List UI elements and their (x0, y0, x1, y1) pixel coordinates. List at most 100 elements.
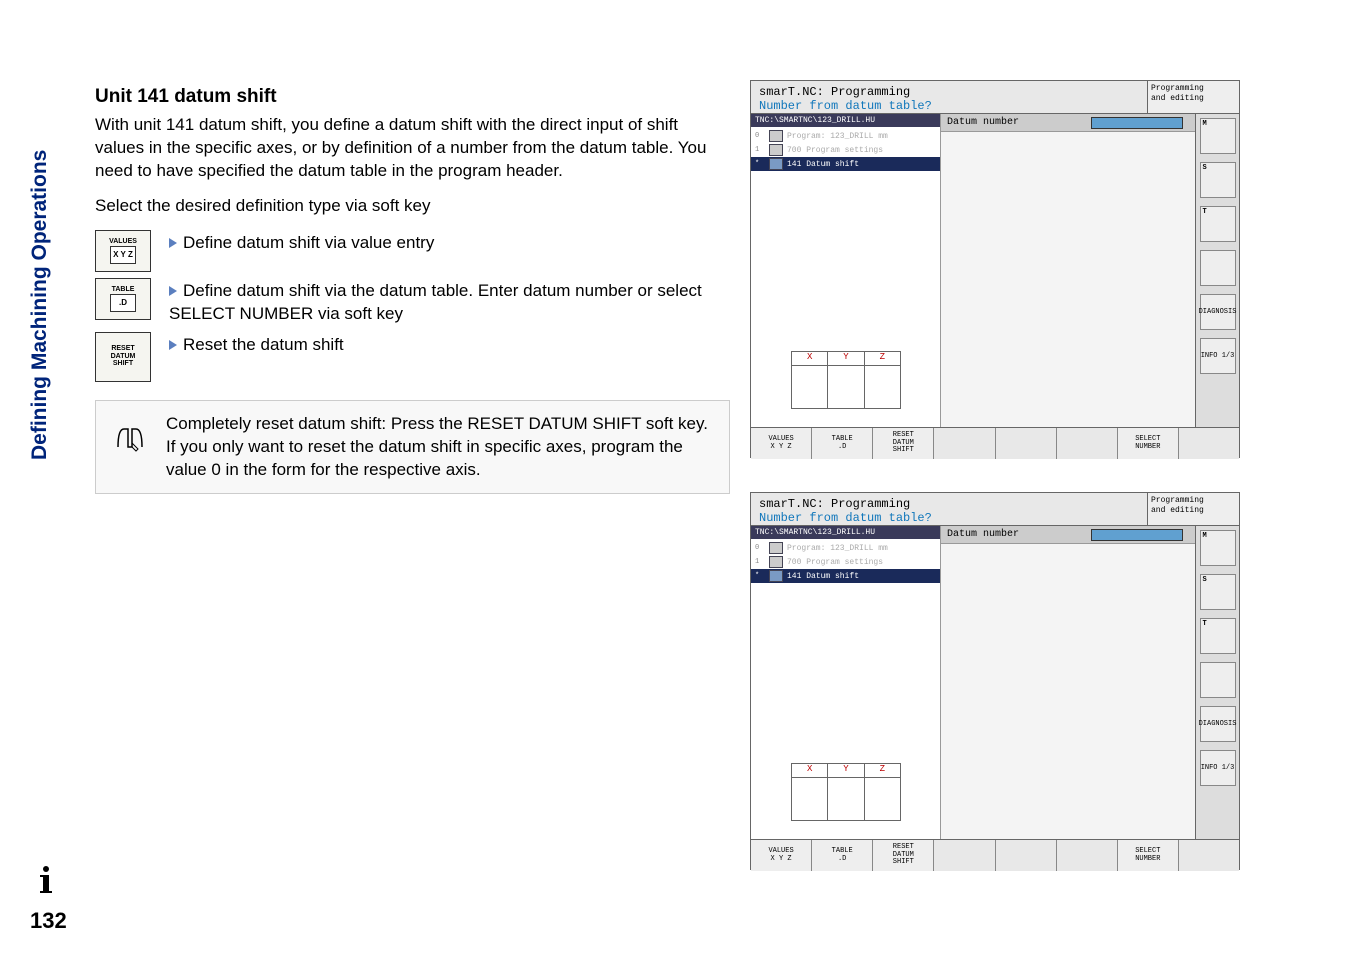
axis-y-header: Y (828, 352, 863, 366)
softkey-reset-label1: RESET (111, 345, 134, 353)
tree-row[interactable]: 1700 Program settings (751, 555, 940, 569)
definition-text: Define datum shift via the datum table. … (169, 278, 730, 326)
datum-number-input[interactable] (1091, 529, 1183, 541)
settings-icon (769, 556, 783, 568)
note-box: Completely reset datum shift: Press the … (95, 400, 730, 495)
right-button-t[interactable]: T (1200, 206, 1236, 242)
tree-idx: 1 (755, 558, 765, 566)
sk-label: X Y Z (771, 856, 792, 864)
ss-mid-panel: Datum number (941, 526, 1195, 839)
right-button-m[interactable]: M (1200, 118, 1236, 154)
ss-softkey-values[interactable]: VALUESX Y Z (751, 428, 812, 459)
btn-label: T (1203, 208, 1207, 216)
ss-softkey-empty[interactable] (934, 428, 995, 459)
btn-label: DIAGNOSIS (1199, 308, 1237, 316)
tree-row[interactable]: 0Program: 123_DRILL mm (751, 541, 940, 555)
ss-right-buttons: M S T DIAGNOSIS INFO 1/3 (1195, 114, 1239, 427)
ss-pathbar: TNC:\SMARTNC\123_DRILL.HU (751, 526, 940, 539)
right-button-diagnosis[interactable]: DIAGNOSIS (1200, 706, 1236, 742)
ss-softkey-empty[interactable] (996, 428, 1057, 459)
ss-softkey-empty[interactable] (1179, 428, 1239, 459)
datum-shift-graphic: X Y Z (791, 351, 901, 409)
tree-row-selected[interactable]: *141 Datum shift (751, 157, 940, 171)
ss-softkey-empty[interactable] (1057, 428, 1118, 459)
softkey-reset[interactable]: RESET DATUM SHIFT (95, 332, 151, 382)
datum-shift-graphic: X Y Z (791, 763, 901, 821)
ss-softkey-empty[interactable] (1057, 840, 1118, 871)
datumshift-icon (769, 158, 783, 170)
main-content-column: Unit 141 datum shift With unit 141 datum… (95, 80, 730, 494)
softkey-values[interactable]: VALUES X Y Z (95, 230, 151, 272)
datum-number-input[interactable] (1091, 117, 1183, 129)
right-button-blank[interactable] (1200, 662, 1236, 698)
tree-row[interactable]: 0 Program: 123_DRILL mm (751, 129, 940, 143)
intro-paragraph: With unit 141 datum shift, you define a … (95, 114, 730, 183)
tree-idx: * (755, 160, 765, 168)
ss-title: smarT.NC: Programming Number from datum … (751, 493, 1147, 525)
definition-row-table: TABLE .D Define datum shift via the datu… (95, 278, 730, 326)
ss-program-tree: 0 Program: 123_DRILL mm 1700 Program sett… (751, 127, 940, 173)
ss-left-panel: TNC:\SMARTNC\123_DRILL.HU 0Program: 123_… (751, 114, 941, 427)
sk-label: X Y Z (771, 444, 792, 452)
definition-text: Reset the datum shift (169, 332, 730, 357)
softkey-reset-label3: SHIFT (113, 360, 133, 368)
btn-label: INFO 1/3 (1201, 764, 1235, 772)
softkey-table[interactable]: TABLE .D (95, 278, 151, 320)
sk-label: SHIFT (893, 447, 914, 455)
right-button-info[interactable]: INFO 1/3 (1200, 750, 1236, 786)
arrow-icon (169, 286, 177, 296)
axis-y-header: Y (828, 764, 863, 778)
side-tab-label: Defining Machining Operations (28, 80, 52, 460)
ss-mid-panel: Datum number (941, 114, 1195, 427)
ss-left-panel: TNC:\SMARTNC\123_DRILL.HU 0Program: 123_… (751, 526, 941, 839)
tree-idx: 0 (755, 132, 765, 140)
definition-text: Define datum shift via value entry (169, 230, 730, 255)
ss-softkey-reset[interactable]: RESETDATUMSHIFT (873, 428, 934, 459)
ss-softkey-empty[interactable] (1179, 840, 1239, 871)
ss-softkey-select-number[interactable]: SELECTNUMBER (1118, 840, 1179, 871)
right-button-s[interactable]: S (1200, 162, 1236, 198)
ss-softkey-reset[interactable]: RESETDATUMSHIFT (873, 840, 934, 871)
tree-text: 700 Program settings (787, 146, 883, 155)
tree-text: Program: 123_DRILL mm (787, 544, 888, 553)
ss-mode-line1: Programming (1151, 496, 1236, 506)
tree-text: Program: 123_DRILL mm (787, 132, 888, 141)
ss-softkey-values[interactable]: VALUESX Y Z (751, 840, 812, 871)
ss-softkey-empty[interactable] (996, 840, 1057, 871)
btn-label: T (1203, 620, 1207, 628)
tree-idx: * (755, 572, 765, 580)
tree-row-selected[interactable]: * 141 Datum shift (751, 569, 940, 583)
sk-label: NUMBER (1135, 856, 1160, 864)
definition-row-reset: RESET DATUM SHIFT Reset the datum shift (95, 332, 730, 382)
softkey-values-icon: X Y Z (110, 246, 136, 264)
tree-row[interactable]: 1700 Program settings (751, 143, 940, 157)
ss-title-line1: smarT.NC: Programming (759, 85, 1139, 99)
note-icon (112, 419, 148, 455)
ss-softkey-empty[interactable] (934, 840, 995, 871)
program-icon (769, 542, 783, 554)
page-number: 132 (30, 908, 67, 934)
ss-title-line1: smarT.NC: Programming (759, 497, 1139, 511)
ss-softkey-bar: VALUESX Y Z TABLE.D RESETDATUMSHIFT SELE… (751, 839, 1239, 871)
cnc-screenshot-1: smarT.NC: Programming Number from datum … (750, 80, 1240, 458)
right-button-t[interactable]: T (1200, 618, 1236, 654)
axis-x-header: X (792, 352, 827, 366)
axis-z-header: Z (865, 764, 900, 778)
axis-z-header: Z (865, 352, 900, 366)
ss-softkey-table[interactable]: TABLE.D (812, 428, 873, 459)
right-button-info[interactable]: INFO 1/3 (1200, 338, 1236, 374)
sk-label: SHIFT (893, 859, 914, 867)
right-button-m[interactable]: M (1200, 530, 1236, 566)
right-button-diagnosis[interactable]: DIAGNOSIS (1200, 294, 1236, 330)
ss-softkey-select-number[interactable]: SELECTNUMBER (1118, 428, 1179, 459)
definition-values-text: Define datum shift via value entry (183, 233, 434, 252)
btn-label: DIAGNOSIS (1199, 720, 1237, 728)
ss-program-tree: 0Program: 123_DRILL mm 1700 Program sett… (751, 539, 940, 585)
right-button-s[interactable]: S (1200, 574, 1236, 610)
btn-label: INFO 1/3 (1201, 352, 1235, 360)
ss-softkey-table[interactable]: TABLE.D (812, 840, 873, 871)
tree-text: 141 Datum shift (787, 572, 859, 581)
btn-label: M (1203, 120, 1207, 128)
ss-title-line2: Number from datum table? (759, 99, 1139, 113)
right-button-blank[interactable] (1200, 250, 1236, 286)
